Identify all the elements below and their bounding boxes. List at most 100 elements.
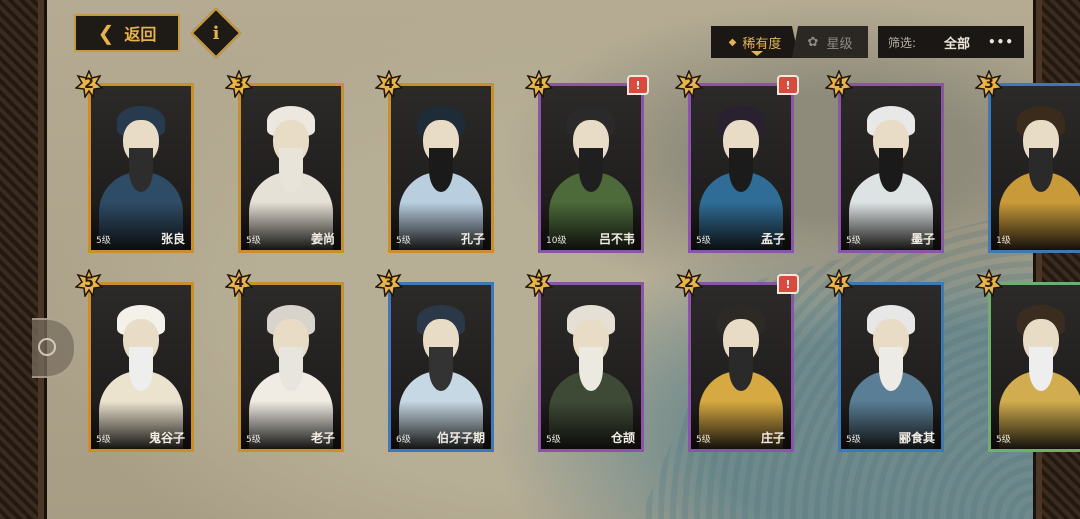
portrait-beard (729, 148, 753, 192)
character-portrait (691, 86, 791, 250)
character-portrait (841, 86, 941, 250)
card-name: 仓颉 (610, 431, 635, 445)
card-level: 5级 (996, 435, 1011, 445)
portrait-beard (129, 148, 153, 192)
character-portrait (91, 285, 191, 449)
portrait-beard (429, 347, 453, 391)
star-rank-badge: 4 (825, 70, 853, 98)
card-level: 5级 (396, 236, 411, 246)
portrait-beard (279, 148, 303, 192)
star-rank-badge: 4 (825, 269, 853, 297)
star-rank-badge: 4 (375, 70, 403, 98)
star-rank-badge: 3 (975, 269, 1003, 297)
star-rank-badge: 3 (525, 269, 553, 297)
star-rank-number: 2 (684, 76, 694, 92)
card-level: 5级 (246, 435, 261, 445)
card-name: 鬼谷子 (148, 431, 185, 445)
character-card[interactable]: 5级 庄子 2! (675, 269, 799, 452)
character-card[interactable]: 5级 3 (975, 269, 1080, 452)
star-rank-badge: 2 (675, 269, 703, 297)
star-rank-badge: 3 (225, 70, 253, 98)
alert-badge-icon: ! (777, 274, 799, 294)
star-rank-number: 4 (384, 76, 394, 92)
star-rank-number: 2 (684, 275, 694, 291)
character-card[interactable]: 5级 仓颉 3 (525, 269, 644, 452)
character-portrait (91, 86, 191, 250)
character-card[interactable]: 5级 孟子 2! (675, 70, 799, 253)
character-card[interactable]: 5级 张良 2 (75, 70, 194, 253)
character-card[interactable]: 5级 郦食其 4 (825, 269, 944, 452)
portrait-beard (579, 347, 603, 391)
card-level: 5级 (246, 236, 261, 246)
card-name: 张良 (160, 232, 185, 246)
character-portrait (841, 285, 941, 449)
card-name: 吕不韦 (598, 232, 635, 246)
card-name: 老子 (310, 431, 335, 445)
character-portrait (241, 285, 341, 449)
card-level: 5级 (846, 435, 861, 445)
alert-badge-icon: ! (777, 75, 799, 95)
portrait-beard (1029, 347, 1053, 391)
star-rank-badge: 4 (525, 70, 553, 98)
card-level: 10级 (546, 236, 567, 246)
portrait-beard (879, 148, 903, 192)
character-portrait (391, 285, 491, 449)
star-rank-badge: 5 (75, 269, 103, 297)
card-level: 5级 (546, 435, 561, 445)
card-name: 郦食其 (898, 431, 935, 445)
star-rank-number: 4 (534, 76, 544, 92)
portrait-beard (129, 347, 153, 391)
character-portrait (241, 86, 341, 250)
character-card[interactable]: 5级 鬼谷子 5 (75, 269, 194, 452)
portrait-beard (879, 347, 903, 391)
card-name: 庄子 (760, 431, 785, 445)
portrait-beard (579, 148, 603, 192)
character-card[interactable]: 5级 老子 4 (225, 269, 344, 452)
star-rank-number: 3 (384, 275, 394, 291)
card-name: 孔子 (460, 232, 485, 246)
character-card[interactable]: 5级 墨子 4 (825, 70, 944, 253)
card-level: 5级 (846, 236, 861, 246)
character-portrait (991, 285, 1080, 449)
star-rank-badge: 4 (225, 269, 253, 297)
portrait-beard (279, 347, 303, 391)
portrait-beard (729, 347, 753, 391)
card-level: 5级 (696, 236, 711, 246)
card-name: 伯牙子期 (436, 431, 485, 445)
character-portrait (991, 86, 1080, 250)
star-rank-number: 4 (234, 275, 244, 291)
star-rank-number: 4 (834, 76, 844, 92)
card-level: 6级 (396, 435, 411, 445)
card-level: 5级 (96, 236, 111, 246)
card-name: 孟子 (760, 232, 785, 246)
character-card[interactable]: 6级 伯牙子期 3 (375, 269, 494, 452)
portrait-beard (1029, 148, 1053, 192)
star-rank-number: 3 (534, 275, 544, 291)
character-card[interactable]: 10级 吕不韦 4! (525, 70, 649, 253)
star-rank-number: 2 (84, 76, 94, 92)
card-level: 5级 (696, 435, 711, 445)
star-rank-badge: 3 (975, 70, 1003, 98)
star-rank-number: 3 (234, 76, 244, 92)
star-rank-number: 4 (834, 275, 844, 291)
character-card-grid: 5级 张良 2 5级 姜尚 3 5级 孔子 4 10级 吕不韦 4! 5级 孟子 2! 5级 墨子 4 1级 3 5级鬼… (0, 0, 1080, 519)
star-rank-number: 5 (84, 275, 94, 291)
character-portrait (541, 285, 641, 449)
star-rank-badge: 2 (75, 70, 103, 98)
alert-badge-icon: ! (627, 75, 649, 95)
character-card[interactable]: 5级 孔子 4 (375, 70, 494, 253)
star-rank-number: 3 (984, 275, 994, 291)
star-rank-badge: 3 (375, 269, 403, 297)
card-name: 姜尚 (310, 232, 335, 246)
character-card[interactable]: 1级 3 (975, 70, 1080, 253)
card-level: 1级 (996, 236, 1011, 246)
character-portrait (391, 86, 491, 250)
character-portrait (541, 86, 641, 250)
star-rank-badge: 2 (675, 70, 703, 98)
star-rank-number: 3 (984, 76, 994, 92)
card-name: 墨子 (910, 232, 935, 246)
card-level: 5级 (96, 435, 111, 445)
character-portrait (691, 285, 791, 449)
character-card[interactable]: 5级 姜尚 3 (225, 70, 344, 253)
portrait-beard (429, 148, 453, 192)
